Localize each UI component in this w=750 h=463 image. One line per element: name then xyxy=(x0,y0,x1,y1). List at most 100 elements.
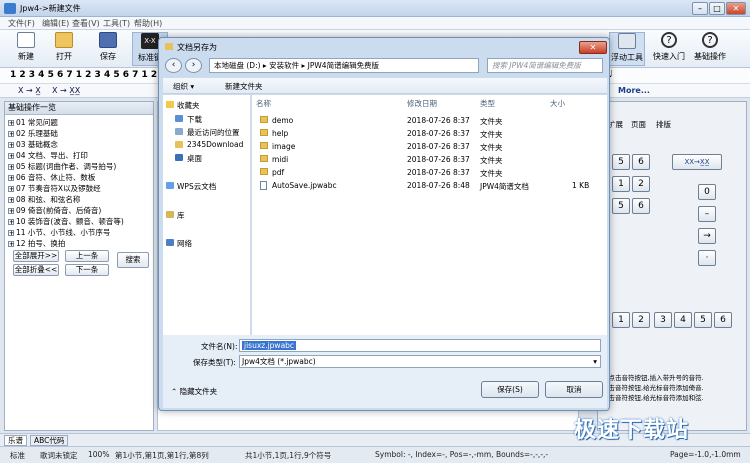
filename-input[interactable]: jisuxz.jpwabc xyxy=(239,339,601,352)
nav-network[interactable]: 网络 xyxy=(177,238,192,249)
key-button[interactable]: 5 xyxy=(612,154,630,170)
basic-ops-button[interactable]: ? 基础操作 xyxy=(690,32,730,66)
nav-wps-cloud[interactable]: WPS云文档 xyxy=(177,181,216,192)
help-icon: ? xyxy=(702,32,718,48)
nav-desktop[interactable]: 桌面 xyxy=(187,153,202,164)
nav-recent[interactable]: 最近访问的位置 xyxy=(187,127,240,138)
cancel-button[interactable]: 取消 xyxy=(545,381,603,398)
topic-item[interactable]: +01 常见问题 xyxy=(8,117,150,128)
topic-item[interactable]: +07 节奏音符X以及锣鼓经 xyxy=(8,183,150,194)
new-folder-button[interactable]: 新建文件夹 xyxy=(225,81,263,92)
key-button[interactable]: 2 xyxy=(632,312,650,328)
save-button[interactable]: 保存 xyxy=(90,32,126,66)
key-button[interactable]: 4 xyxy=(674,312,692,328)
new-button[interactable]: 新建 xyxy=(8,32,44,66)
menu-view[interactable]: 查看(V) xyxy=(72,18,100,29)
minimize-button[interactable]: – xyxy=(692,2,708,15)
dialog-search-input[interactable]: 搜索 JPW4简谱编辑免费版 xyxy=(487,58,603,73)
topic-list: +01 常见问题 +02 乐理基础 +03 基础概念 +04 文档、导出、打印 … xyxy=(5,115,153,251)
tab-score[interactable]: 乐谱 xyxy=(4,435,27,446)
topic-item[interactable]: +08 和弦、和弦名称 xyxy=(8,194,150,205)
key-button[interactable]: 5 xyxy=(694,312,712,328)
forward-arrow-icon[interactable]: › xyxy=(185,58,202,73)
underline-key-button[interactable]: XX→X̲X̲ xyxy=(672,154,722,170)
column-size[interactable]: 大小 xyxy=(550,98,565,109)
underline-one-button[interactable]: X → X̲ xyxy=(18,86,41,95)
open-button[interactable]: 打开 xyxy=(46,32,82,66)
topic-item[interactable]: +10 装饰音(波音、颤音、顿音等) xyxy=(8,216,150,227)
key-button[interactable]: 3 xyxy=(654,312,672,328)
more-button[interactable]: More... xyxy=(618,86,650,95)
address-bar[interactable]: 本地磁盘 (D:) ▸ 安装软件 ▸ JPW4简谱编辑免费版 xyxy=(209,58,479,73)
key-button[interactable]: 6 xyxy=(632,154,650,170)
topic-item[interactable]: +06 音符、休止符、数板 xyxy=(8,172,150,183)
nav-favorites[interactable]: 收藏夹 xyxy=(177,100,200,111)
file-row[interactable]: midi 2018-07-26 8:37 文件夹 xyxy=(252,154,607,166)
topic-item[interactable]: +04 文档、导出、打印 xyxy=(8,150,150,161)
address-segment[interactable]: JPW4简谱编辑免费版 xyxy=(308,61,379,70)
maximize-button[interactable]: □ xyxy=(709,2,725,15)
tab-abc-code[interactable]: ABC代码 xyxy=(30,435,69,446)
column-name[interactable]: 名称 xyxy=(256,98,271,109)
panel-title: 基础操作一览 xyxy=(5,102,153,115)
key-button[interactable]: 6 xyxy=(714,312,732,328)
nav-downloads[interactable]: 下载 xyxy=(187,114,202,125)
address-segment[interactable]: 本地磁盘 (D:) xyxy=(214,61,261,70)
search-button[interactable]: 搜索 xyxy=(117,252,149,268)
dialog-close-button[interactable]: ✕ xyxy=(579,41,607,54)
column-date[interactable]: 修改日期 xyxy=(407,98,437,109)
column-type[interactable]: 类型 xyxy=(480,98,495,109)
expand-all-button[interactable]: 全部展开>> xyxy=(13,250,59,262)
topic-item[interactable]: +09 倚音(前倚音、后倚音) xyxy=(8,205,150,216)
quick-start-button[interactable]: ? 快速入门 xyxy=(650,32,688,66)
float-tools-icon xyxy=(618,33,636,49)
topic-item[interactable]: +05 标题(词曲作者、调号拍号) xyxy=(8,161,150,172)
key-button[interactable]: 2 xyxy=(632,176,650,192)
topic-item[interactable]: +02 乐理基础 xyxy=(8,128,150,139)
topic-item[interactable]: +11 小节、小节线、小节序号 xyxy=(8,227,150,238)
next-button[interactable]: 下一条 xyxy=(65,264,109,276)
menu-edit[interactable]: 编辑(E) xyxy=(42,18,69,29)
file-row[interactable]: pdf 2018-07-26 8:37 文件夹 xyxy=(252,167,607,179)
close-button[interactable]: ✕ xyxy=(726,2,746,15)
status-zoom: 100% xyxy=(88,450,110,459)
library-icon xyxy=(166,211,174,218)
filetype-label: 保存类型(T): xyxy=(193,358,236,367)
menu-file[interactable]: 文件(F) xyxy=(8,18,35,29)
folder-icon xyxy=(260,129,268,136)
underline-two-button[interactable]: X → X̲X̲ xyxy=(52,86,80,95)
file-row[interactable]: help 2018-07-26 8:37 文件夹 xyxy=(252,128,607,140)
prev-button[interactable]: 上一条 xyxy=(65,250,109,262)
folder-icon xyxy=(260,155,268,162)
key-button[interactable]: – xyxy=(698,206,716,222)
tab-extend[interactable]: 扩展 xyxy=(608,119,623,130)
address-segment[interactable]: 安装软件 xyxy=(269,61,299,70)
float-tools-button[interactable]: 浮动工具 xyxy=(609,32,645,66)
topic-item[interactable]: +03 基础概念 xyxy=(8,139,150,150)
topic-item[interactable]: +12 拍号、换拍 xyxy=(8,238,150,249)
back-arrow-icon[interactable]: ‹ xyxy=(165,58,182,73)
menu-help[interactable]: 帮助(H) xyxy=(134,18,162,29)
organize-button[interactable]: 组织 ▾ xyxy=(173,81,194,92)
arrow-key-button[interactable]: → xyxy=(698,228,716,244)
chevron-down-icon: ▾ xyxy=(593,357,597,366)
key-button[interactable]: 0 xyxy=(698,184,716,200)
key-button[interactable]: 1 xyxy=(612,176,630,192)
hint-line: 内点击音符按钮,插入带升号的音符. xyxy=(602,374,704,382)
file-row[interactable]: demo 2018-07-26 8:37 文件夹 xyxy=(252,115,607,127)
menu-tools[interactable]: 工具(T) xyxy=(103,18,130,29)
tab-layout[interactable]: 排版 xyxy=(656,119,671,130)
key-button[interactable]: · xyxy=(698,250,716,266)
filetype-select[interactable]: Jpw4文档 (*.jpwabc) ▾ xyxy=(239,355,601,368)
file-row[interactable]: AutoSave.jpwabc 2018-07-26 8:48 JPW4简谱文档… xyxy=(252,180,607,192)
save-dialog-button[interactable]: 保存(S) xyxy=(481,381,539,398)
nav-2345download[interactable]: 2345Download xyxy=(187,140,243,149)
nav-library[interactable]: 库 xyxy=(177,210,185,221)
key-button[interactable]: 1 xyxy=(612,312,630,328)
key-button[interactable]: 6 xyxy=(632,198,650,214)
collapse-all-button[interactable]: 全部折叠<< xyxy=(13,264,59,276)
tab-page[interactable]: 页面 xyxy=(631,119,646,130)
key-button[interactable]: 5 xyxy=(612,198,630,214)
hide-folders-toggle[interactable]: ⌃ 隐藏文件夹 xyxy=(171,386,217,397)
file-row[interactable]: image 2018-07-26 8:37 文件夹 xyxy=(252,141,607,153)
